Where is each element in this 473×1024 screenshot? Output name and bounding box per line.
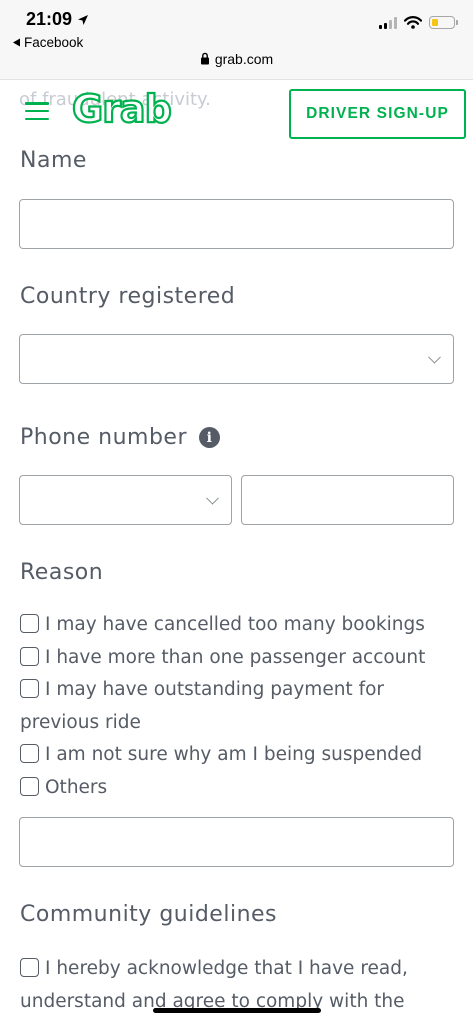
country-label-text: Country registered	[20, 284, 236, 309]
phone-label-text: Phone number	[20, 425, 188, 450]
guidelines-label-text: Community guidelines	[20, 902, 278, 927]
checkbox[interactable]	[20, 744, 39, 763]
site-header: of fraudulent activity. Grab DRIVER SIGN…	[0, 81, 473, 144]
chevron-down-icon	[206, 491, 219, 505]
reason-option[interactable]: I have more than one passenger account	[20, 642, 460, 675]
reason-option-label: I have more than one passenger account	[45, 646, 426, 668]
status-time: 21:09	[26, 9, 89, 30]
checkbox[interactable]	[20, 776, 39, 796]
battery-icon	[429, 16, 458, 29]
reason-option-label: I may have outstanding payment for previ…	[20, 679, 385, 733]
driver-signup-button[interactable]: DRIVER SIGN-UP	[289, 89, 466, 139]
time-text: 21:09	[26, 9, 73, 29]
home-indicator	[153, 1008, 321, 1013]
phone-label: Phone number i	[20, 425, 221, 450]
lock-icon	[200, 52, 209, 65]
url-bar[interactable]: grab.com	[0, 51, 473, 67]
grab-logo[interactable]: Grab	[71, 85, 173, 133]
checkbox[interactable]	[20, 646, 39, 666]
info-icon[interactable]: i	[199, 427, 221, 448]
name-label: Name	[20, 148, 87, 173]
reason-option[interactable]: I may have outstanding payment for previ…	[20, 674, 460, 739]
reason-checkbox-list: I may have cancelled too many bookings I…	[20, 609, 460, 804]
location-arrow-icon	[78, 14, 89, 25]
checkbox[interactable]	[20, 614, 39, 633]
reason-option[interactable]: Others	[20, 772, 460, 805]
name-label-text: Name	[20, 148, 87, 173]
cellular-signal-icon	[379, 16, 397, 29]
back-triangle-icon	[13, 38, 20, 47]
checkbox[interactable]	[20, 958, 39, 977]
checkbox[interactable]	[20, 679, 39, 698]
reason-label-text: Reason	[20, 560, 104, 585]
hamburger-icon[interactable]	[25, 102, 49, 120]
guidelines-label: Community guidelines	[20, 902, 277, 927]
chevron-down-icon	[428, 350, 441, 364]
status-bar: 21:09 Facebook grab.com	[0, 0, 473, 80]
phone-country-code-select[interactable]	[19, 475, 232, 525]
guidelines-option-label: I hereby acknowledge that I have read, u…	[20, 958, 408, 1012]
back-to-app-link[interactable]: Facebook	[12, 35, 83, 50]
reason-option-label: I am not sure why am I being suspended	[45, 744, 423, 765]
country-select[interactable]	[19, 334, 454, 384]
reason-label: Reason	[20, 560, 103, 585]
reason-option[interactable]: I may have cancelled too many bookings	[20, 609, 460, 642]
reason-option-label: Others	[45, 776, 108, 798]
phone-number-input[interactable]	[241, 475, 454, 525]
status-icons	[379, 16, 458, 29]
others-reason-input[interactable]	[19, 817, 454, 867]
reason-option-label: I may have cancelled too many bookings	[45, 614, 425, 635]
url-text: grab.com	[214, 51, 274, 67]
reason-option[interactable]: I am not sure why am I being suspended	[20, 739, 460, 772]
back-app-label: Facebook	[24, 35, 84, 50]
wifi-icon	[404, 16, 422, 29]
name-input[interactable]	[19, 199, 454, 249]
country-label: Country registered	[20, 284, 235, 309]
